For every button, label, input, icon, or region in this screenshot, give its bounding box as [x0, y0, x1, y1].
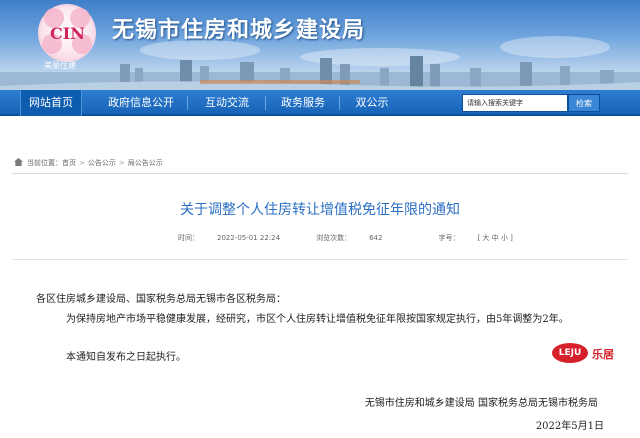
signatories: 无锡市住房和城乡建设局 国家税务总局无锡市税务局	[364, 398, 598, 409]
nav-gov-info[interactable]: 政府信息公开	[96, 90, 186, 116]
article-title: 关于调整个人住房转让增值税免征年限的通知	[180, 202, 460, 218]
nav-divider	[339, 96, 340, 110]
nav-interaction[interactable]: 互动交流	[190, 90, 264, 116]
breadcrumb-separator: >	[79, 159, 85, 167]
publish-time: 2022-05-01 22:24	[217, 234, 281, 242]
search-input[interactable]: 请输入搜索关键字	[462, 94, 568, 112]
font-size-options[interactable]: [ 大 中 小 ]	[477, 234, 512, 242]
breadcrumb-item-home[interactable]: 首页	[62, 159, 76, 167]
body-paragraph: 本通知自发布之日起执行。	[66, 352, 186, 363]
time-label: 时间：	[178, 234, 199, 242]
nav-services[interactable]: 政务服务	[268, 90, 338, 116]
font-size-label: 字号：	[438, 234, 460, 242]
site-logo[interactable]: CIN	[38, 4, 96, 62]
logo-text: CIN	[50, 24, 85, 43]
body-paragraph: 为保持房地产市场平稳健康发展，经研究，市区个人住房转让增值税免征年限按国家规定执…	[66, 314, 569, 325]
breadcrumb-item-announcements[interactable]: 公告公示	[88, 159, 116, 167]
views-label: 浏览次数：	[316, 234, 352, 242]
search-button[interactable]: 检索	[568, 94, 600, 112]
divider	[12, 259, 628, 260]
header-banner: CIN 美丽住建 无锡市住房和城乡建设局	[0, 0, 640, 90]
breadcrumb: 当前位置：首页 > 公告公示 > 局公告公示	[14, 156, 163, 170]
nav-divider	[187, 96, 188, 110]
salutation: 各区住房城乡建设局、国家税务总局无锡市各区税务局：	[36, 294, 286, 305]
site-title: 无锡市住房和城乡建设局	[112, 18, 366, 43]
nav-dual-publicity[interactable]: 双公示	[342, 90, 402, 116]
article-meta: 时间： 2022-05-01 22:24 浏览次数： 642 字号： [ 大 中 小 ]	[178, 233, 549, 243]
nav-home[interactable]: 网站首页	[20, 90, 82, 116]
breadcrumb-prefix: 当前位置：	[27, 159, 62, 167]
divider	[12, 173, 628, 174]
leju-brand-text: 乐居	[592, 348, 614, 361]
breadcrumb-item-bureau-announcements[interactable]: 局公告公示	[128, 159, 163, 167]
home-icon	[14, 158, 23, 166]
leju-logo: LEJU	[552, 343, 588, 363]
view-count: 642	[369, 234, 383, 242]
breadcrumb-separator: >	[118, 159, 125, 167]
city-skyline-image	[0, 56, 640, 90]
nav-divider	[265, 96, 266, 110]
logo-subtitle: 美丽住建	[44, 61, 76, 70]
issue-date: 2022年5月1日	[535, 421, 604, 432]
